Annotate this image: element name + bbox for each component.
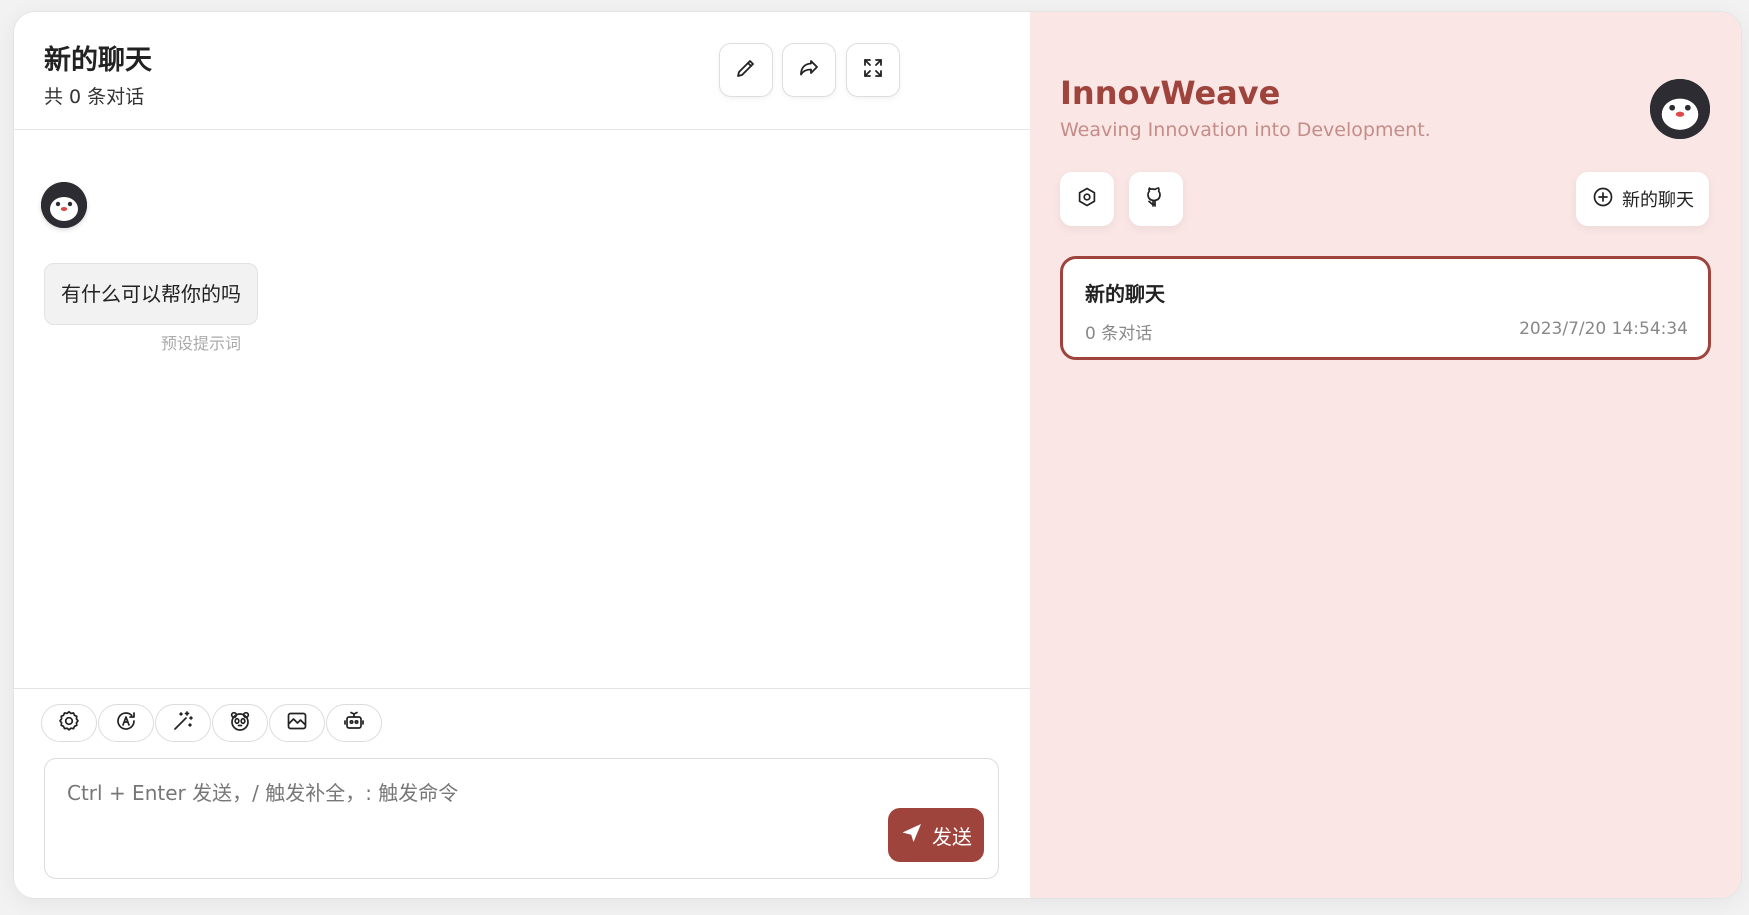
new-chat-button[interactable]: 新的聊天 [1576, 172, 1709, 226]
message-list: 有什么可以帮你的吗 预设提示词 [14, 130, 1030, 688]
conversation-count: 0 条对话 [1085, 324, 1153, 344]
chat-settings-button[interactable] [41, 704, 97, 742]
magic-wand-icon [171, 709, 195, 737]
brand-subtitle: Weaving Innovation into Development. [1060, 119, 1431, 141]
robot-icon [342, 709, 366, 737]
maximize-icon [861, 56, 885, 84]
send-button-label: 发送 [932, 824, 972, 849]
fullscreen-button[interactable] [846, 43, 900, 97]
chat-message-count: 共 0 条对话 [44, 86, 145, 108]
chat-input-box: 发送 [44, 758, 999, 879]
chat-header: 新的聊天 共 0 条对话 [14, 12, 1030, 130]
app-window: 新的聊天 共 0 条对话 有什么可以帮你的吗 预设提示词 Ctrl + Ente… [13, 11, 1742, 899]
share-button[interactable] [782, 43, 836, 97]
github-icon [1144, 185, 1168, 213]
chat-input-panel: 发送 [14, 688, 1030, 898]
image-button[interactable] [269, 704, 325, 742]
rename-button[interactable] [719, 43, 773, 97]
brand-title: InnovWeave [1060, 74, 1281, 112]
conversation-item[interactable]: 新的聊天 0 条对话 2023/7/20 14:54:34 [1060, 256, 1711, 360]
robot-button[interactable] [326, 704, 382, 742]
prompt-template-button[interactable] [155, 704, 211, 742]
settings-icon [57, 709, 81, 737]
pencil-icon [734, 56, 758, 84]
new-chat-label: 新的聊天 [1622, 190, 1694, 211]
sidebar: InnovWeave Weaving Innovation into Devel… [1030, 12, 1741, 898]
preset-prompt-caption: 预设提示词 [161, 334, 242, 353]
add-circle-icon [1591, 185, 1615, 214]
mask-button[interactable] [212, 704, 268, 742]
theme-toggle-icon [114, 709, 138, 737]
send-icon [900, 821, 924, 850]
github-button[interactable] [1129, 172, 1183, 226]
chat-input[interactable] [65, 775, 829, 819]
mask-icon [228, 709, 252, 737]
share-icon [797, 56, 821, 84]
conversation-title: 新的聊天 [1085, 282, 1165, 306]
theme-toggle-button[interactable] [98, 704, 154, 742]
bot-message-bubble: 有什么可以帮你的吗 [44, 263, 258, 325]
chat-title: 新的聊天 [44, 45, 152, 76]
brand-avatar [1650, 79, 1710, 139]
conversation-time: 2023/7/20 14:54:34 [1519, 319, 1688, 339]
send-button[interactable]: 发送 [888, 808, 984, 862]
chat-panel: 新的聊天 共 0 条对话 有什么可以帮你的吗 预设提示词 Ctrl + Ente… [14, 12, 1030, 898]
settings-button[interactable] [1060, 172, 1114, 226]
bot-avatar [41, 182, 87, 228]
settings-icon [1075, 185, 1099, 213]
image-icon [285, 709, 309, 737]
